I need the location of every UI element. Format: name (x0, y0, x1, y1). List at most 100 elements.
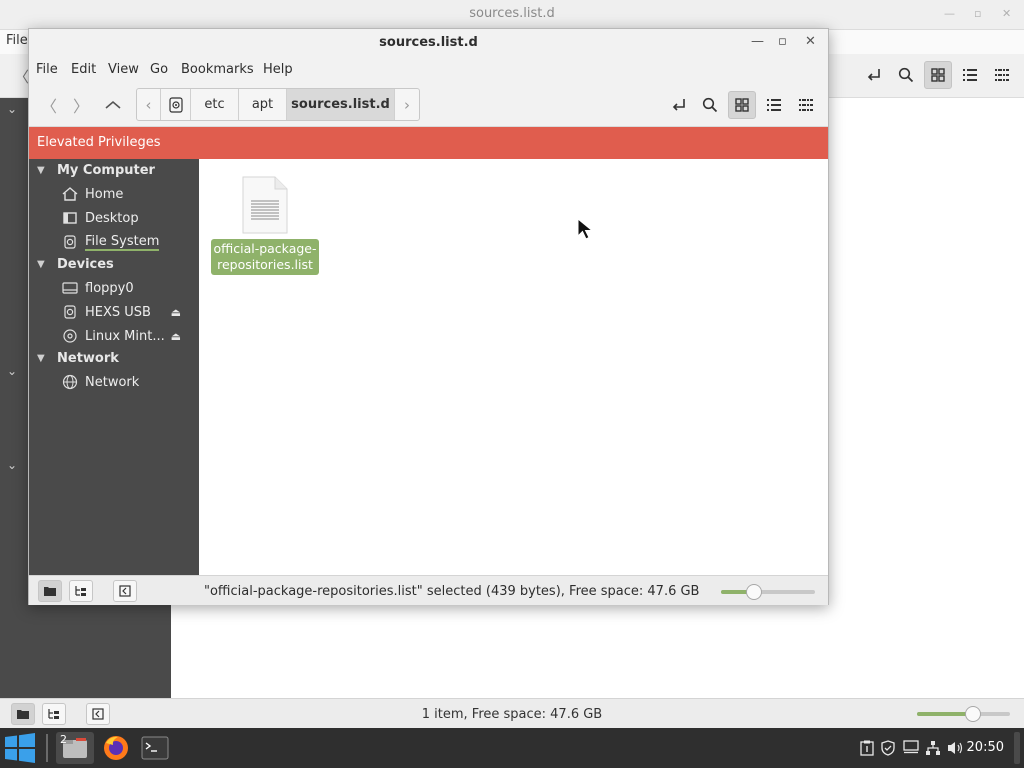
background-zoom-slider[interactable] (917, 706, 1010, 722)
taskbar-separator (46, 734, 48, 762)
chevron-down-icon[interactable]: ▼ (37, 259, 51, 270)
compact-view-icon[interactable] (988, 61, 1016, 89)
chevron-down-icon[interactable]: ⌄ (7, 364, 17, 378)
show-desktop-button[interactable] (1014, 732, 1020, 764)
zoom-slider[interactable] (721, 584, 815, 600)
sidebar-section-my-computer[interactable]: ▼ My Computer (37, 163, 155, 178)
tree-sidebar-button[interactable] (69, 580, 93, 602)
search-icon[interactable] (696, 91, 724, 119)
up-arrow-icon[interactable] (99, 91, 127, 119)
taskbar-firefox[interactable] (98, 732, 134, 764)
display-icon[interactable] (903, 740, 919, 758)
places-sidebar-button[interactable] (38, 580, 62, 602)
breadcrumb-apt[interactable]: apt (239, 89, 287, 120)
menu-view[interactable]: View (108, 62, 139, 77)
menu-go[interactable]: Go (150, 62, 168, 77)
toggle-location-icon[interactable] (665, 91, 693, 119)
sidebar-item-label: Network (85, 374, 140, 390)
taskbar-file-manager[interactable]: 2 (56, 732, 94, 764)
sidebar-section-title: Devices (57, 257, 114, 272)
sidebar-item-label: Linux Mint... (85, 328, 165, 344)
menu-help[interactable]: Help (263, 62, 293, 77)
file-name-label[interactable]: official-package-repositories.list (211, 239, 319, 275)
home-icon (61, 186, 79, 202)
forward-arrow-icon[interactable]: 〉 (67, 91, 95, 119)
maximize-icon[interactable]: ▫ (974, 7, 981, 20)
chevron-down-icon[interactable]: ⌄ (7, 458, 17, 472)
back-arrow-icon[interactable]: 〈 (35, 91, 63, 119)
hide-sidebar-button[interactable] (113, 580, 137, 602)
background-status-bar: 1 item, Free space: 47.6 GB (0, 698, 1024, 728)
list-view-icon[interactable] (956, 61, 984, 89)
eject-icon[interactable]: ⏏ (171, 306, 181, 319)
chevron-down-icon[interactable]: ⌄ (7, 102, 17, 116)
title-bar[interactable]: sources.list.d — ▫ ✕ (29, 29, 828, 57)
sidebar-section-title: My Computer (57, 163, 155, 178)
icon-view-icon[interactable] (924, 61, 952, 89)
file-name-line-1: official-package- (213, 241, 317, 256)
toggle-location-icon[interactable] (860, 61, 888, 89)
breadcrumb: ‹ etc apt sources.list.d › (136, 88, 420, 121)
mouse-cursor-icon (577, 217, 595, 244)
search-icon[interactable] (892, 61, 920, 89)
sidebar-item-floppy0[interactable]: floppy0 (61, 277, 197, 299)
breadcrumb-etc[interactable]: etc (191, 89, 239, 120)
sidebar-section-title: Network (57, 351, 119, 366)
file-view[interactable]: official-package-repositories.list (199, 159, 828, 575)
sidebar-item-hexs-usb[interactable]: HEXS USB ⏏ (61, 301, 197, 323)
close-icon[interactable]: ✕ (1002, 7, 1011, 20)
zoom-slider-knob[interactable] (965, 706, 981, 722)
icon-view-icon[interactable] (728, 91, 756, 119)
clock[interactable]: 20:50 (967, 740, 1004, 755)
sidebar-item-network[interactable]: Network (61, 371, 197, 393)
start-menu-icon[interactable] (2, 732, 38, 764)
file-name-line-2: repositories.list (217, 257, 313, 272)
sidebar-section-network[interactable]: ▼ Network (37, 351, 119, 366)
close-icon[interactable]: ✕ (805, 34, 816, 49)
menu-bookmarks[interactable]: Bookmarks (181, 62, 254, 77)
clipboard-icon[interactable] (860, 740, 874, 760)
floppy-icon (61, 280, 79, 296)
compact-view-icon[interactable] (792, 91, 820, 119)
chevron-down-icon[interactable]: ▼ (37, 165, 51, 176)
network-icon[interactable] (925, 740, 941, 760)
places-sidebar: ▼ My Computer Home Desktop File System ▼… (29, 159, 199, 575)
sidebar-item-home[interactable]: Home (61, 183, 197, 205)
breadcrumb-sources-list-d[interactable]: sources.list.d (287, 89, 395, 120)
background-menu-file[interactable]: File (6, 33, 28, 48)
menu-edit[interactable]: Edit (71, 62, 96, 77)
zoom-slider-knob[interactable] (746, 584, 762, 600)
network-globe-icon (61, 374, 79, 390)
sidebar-item-desktop[interactable]: Desktop (61, 207, 197, 229)
sidebar-item-linux-mint[interactable]: Linux Mint... ⏏ (61, 325, 197, 347)
taskbar-terminal[interactable] (137, 732, 173, 764)
text-file-icon (241, 175, 289, 235)
sidebar-section-devices[interactable]: ▼ Devices (37, 257, 114, 272)
elevated-privileges-text: Elevated Privileges (37, 135, 161, 150)
taskbar: 2 20:50 (0, 728, 1024, 768)
sidebar-item-label: floppy0 (85, 280, 134, 296)
window-title: sources.list.d (379, 35, 478, 50)
disc-icon (61, 328, 79, 344)
maximize-icon[interactable]: ▫ (778, 34, 787, 49)
sidebar-item-label: Home (85, 186, 124, 202)
breadcrumb-left-arrow-icon[interactable]: ‹ (137, 89, 161, 120)
menu-bar: File Edit View Go Bookmarks Help (29, 57, 828, 83)
list-view-icon[interactable] (760, 91, 788, 119)
minimize-icon[interactable]: — (944, 7, 955, 20)
drive-icon[interactable] (161, 89, 191, 120)
chevron-down-icon[interactable]: ▼ (37, 353, 51, 364)
terminal-icon (141, 736, 169, 760)
eject-icon[interactable]: ⏏ (171, 330, 181, 343)
volume-icon[interactable] (947, 740, 965, 760)
sidebar-item-label: File System (85, 233, 160, 251)
background-status-text: 1 item, Free space: 47.6 GB (421, 707, 603, 722)
minimize-icon[interactable]: — (751, 34, 764, 49)
breadcrumb-right-arrow-icon[interactable]: › (395, 89, 419, 120)
file-item[interactable]: official-package-repositories.list (211, 175, 319, 275)
back-arrow-icon[interactable]: 〈 (14, 66, 29, 87)
firefox-icon (104, 736, 128, 760)
menu-file[interactable]: File (36, 62, 58, 77)
sidebar-item-file-system[interactable]: File System (61, 231, 197, 253)
shield-icon[interactable] (880, 740, 896, 760)
